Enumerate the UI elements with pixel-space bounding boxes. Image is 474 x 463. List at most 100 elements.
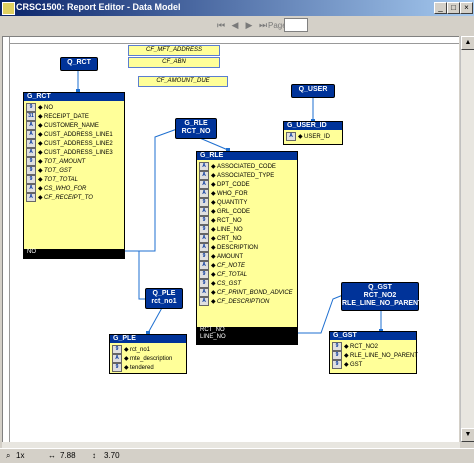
scroll-up-icon[interactable]: ▲ — [461, 36, 474, 50]
character-type-icon: A — [199, 243, 209, 252]
column-name: CUST_ADDRESS_LINE3 — [44, 150, 113, 157]
group-column[interactable]: A ◆GRL_CODE — [199, 207, 250, 216]
group-column[interactable]: 9 ◆TOT_GST — [26, 166, 72, 175]
group-column[interactable]: 9 ◆CS_GST — [199, 279, 241, 288]
group-column[interactable]: 9 ◆NO — [26, 103, 53, 112]
column-name: rct_no1 — [130, 347, 151, 354]
group-column[interactable]: A ◆CF_DESCRIPTION — [199, 297, 269, 306]
title-bar[interactable]: CRSC1500: Report Editor - Data Model _ □… — [0, 0, 474, 16]
link-q-ple-g-ple — [147, 305, 164, 334]
group-column[interactable]: 9 ◆rct_no1 — [112, 345, 150, 354]
maximize-button[interactable]: □ — [447, 2, 460, 14]
query-title: Q_GST — [368, 284, 392, 291]
number-type-icon: 9 — [26, 157, 36, 166]
group-column[interactable]: 9 ◆AMOUNT — [199, 252, 243, 261]
column-name: LINE_NO — [217, 227, 243, 234]
group-column[interactable]: A ◆CRT_NO — [199, 234, 242, 243]
group-column[interactable]: 9 ◆GST — [332, 360, 362, 369]
data-model-canvas[interactable]: CF_MFT_ADDRESS CF_ABN CF_AMOUNT_DUE Q_RC… — [2, 36, 459, 443]
group-column[interactable]: A ◆ASSOCIATED_CODE — [199, 162, 276, 171]
group-column[interactable]: 9 ◆RLE_LINE_NO_PARENT — [332, 351, 418, 360]
group-column[interactable]: 9 ◆RCT_NO — [199, 216, 242, 225]
previous-page-icon[interactable]: ◀ — [228, 19, 242, 32]
first-page-icon[interactable]: ⏮ — [214, 19, 228, 32]
next-page-icon[interactable]: ▶ — [242, 19, 256, 32]
query-q-gst[interactable]: Q_GST RCT_NO2 RLE_LINE_NO_PARENT — [341, 282, 423, 311]
group-column[interactable]: A ◆CUSTOMER_NAME — [26, 121, 99, 130]
group-column[interactable]: A ◆CUST_ADDRESS_LINE2 — [26, 139, 113, 148]
page-number-input[interactable] — [284, 18, 308, 32]
column-name: mte_description — [130, 356, 173, 363]
character-type-icon: A — [199, 180, 209, 189]
formula-column[interactable]: CF_AMOUNT_DUE — [138, 76, 228, 87]
group-g-user-id[interactable]: G_USER_ID A ◆USER_ID — [283, 121, 343, 145]
column-name: CF_TOTAL — [217, 272, 248, 279]
group-column[interactable]: A ◆CS_WHO_FOR — [26, 184, 86, 193]
column-name: GRL_CODE — [217, 209, 251, 216]
group-column[interactable]: A ◆DESCRIPTION — [199, 243, 258, 252]
character-type-icon: A — [26, 148, 36, 157]
group-break-footer: RCT_NO LINE_NO — [197, 327, 297, 344]
column-name: TOT_AMOUNT — [44, 159, 86, 166]
group-column[interactable]: A ◆USER_ID — [286, 132, 330, 141]
report-editor-window: CRSC1500: Report Editor - Data Model _ □… — [0, 0, 474, 463]
group-column[interactable]: A ◆DPT_CODE — [199, 180, 250, 189]
number-type-icon: 9 — [26, 166, 36, 175]
close-button[interactable]: × — [460, 2, 473, 14]
toolbar: ⏮ ◀ ▶ ⏭ Page: — [0, 16, 474, 36]
group-column[interactable]: A ◆CUST_ADDRESS_LINE3 — [26, 148, 113, 157]
column-name: TOT_GST — [44, 168, 72, 175]
query-q-user[interactable]: Q_USER — [291, 84, 335, 98]
column-name: CUST_ADDRESS_LINE2 — [44, 141, 113, 148]
column-name: GST — [350, 362, 363, 369]
group-column[interactable]: A ◆WHO_FOR — [199, 189, 248, 198]
number-type-icon: 9 — [199, 216, 209, 225]
vertical-scrollbar[interactable]: ▲ ▼ — [460, 36, 474, 442]
number-type-icon: 9 — [332, 351, 342, 360]
character-type-icon: A — [199, 207, 209, 216]
column-name: CUSTOMER_NAME — [44, 123, 99, 130]
group-column[interactable]: 9 ◆TOT_TOTAL — [26, 175, 78, 184]
group-column[interactable]: 9 ◆QUANTITY — [199, 198, 247, 207]
group-column[interactable]: 9 ◆TOT_AMOUNT — [26, 157, 85, 166]
window-title: CRSC1500: Report Editor - Data Model — [16, 2, 181, 12]
column-name: WHO_FOR — [217, 191, 248, 198]
x-position-icon: ↔ — [48, 451, 56, 460]
query-q-rct[interactable]: Q_RCT — [60, 57, 98, 71]
column-name: RECEIPT_DATE — [44, 114, 89, 121]
character-type-icon: A — [199, 189, 209, 198]
formula-column[interactable]: CF_MFT_ADDRESS — [128, 45, 220, 56]
group-title: G_USER_ID — [284, 122, 342, 130]
group-column[interactable]: 9 ◆LINE_NO — [199, 225, 243, 234]
character-type-icon: A — [112, 354, 122, 363]
group-g-rle[interactable]: G_RLE A ◆ASSOCIATED_CODE A ◆ASSOCIATED_TYPE… — [196, 151, 298, 345]
character-type-icon: A — [199, 297, 209, 306]
group-g-gst[interactable]: G_GST 9 ◆RCT_NO2 9 ◆RLE_LINE_NO_PARENT 9 ◆GST — [329, 331, 418, 374]
group-column[interactable]: 9 ◆tendered — [112, 363, 154, 372]
group-column[interactable]: 31 ◆RECEIPT_DATE — [26, 112, 89, 121]
column-name: AMOUNT — [217, 254, 243, 261]
group-column[interactable]: A ◆CF_PRINT_BOND_ADVICE — [199, 288, 293, 297]
group-g-ple[interactable]: G_PLE 9 ◆rct_no1 A ◆mte_description 9 ◆tender… — [109, 334, 187, 374]
group-column[interactable]: A ◆CF_RECEIPT_TO — [26, 193, 93, 202]
number-type-icon: 9 — [199, 270, 209, 279]
scroll-down-icon[interactable]: ▼ — [461, 428, 474, 442]
formula-column[interactable]: CF_ABN — [128, 57, 220, 68]
character-type-icon: A — [26, 121, 36, 130]
group-column[interactable]: 9 ◆CF_TOTAL — [199, 270, 247, 279]
query-key: RLE_LINE_NO_PARENT — [342, 300, 423, 307]
number-type-icon: 9 — [199, 252, 209, 261]
group-column[interactable]: A ◆CUST_ADDRESS_LINE1 — [26, 130, 113, 139]
group-column[interactable]: A ◆ASSOCIATED_TYPE — [199, 171, 274, 180]
number-type-icon: 9 — [332, 360, 342, 369]
character-type-icon: A — [26, 184, 36, 193]
column-name: CF_DESCRIPTION — [217, 299, 270, 306]
group-column[interactable]: 9 ◆RCT_NO2 — [332, 342, 378, 351]
y-position: 3.70 — [104, 451, 120, 460]
group-column[interactable]: A ◆CF_NOTE — [199, 261, 245, 270]
query-q-ple[interactable]: Q_PLE rct_no1 — [145, 288, 183, 309]
minimize-button[interactable]: _ — [434, 2, 447, 14]
query-g-rle-link[interactable]: G_RLE RCT_NO — [175, 118, 217, 139]
group-column[interactable]: A ◆mte_description — [112, 354, 172, 363]
group-g-rct[interactable]: G_RCT 9 ◆NO 31 ◆RECEIPT_DATE A ◆CUSTOMER_NAME… — [23, 92, 125, 259]
